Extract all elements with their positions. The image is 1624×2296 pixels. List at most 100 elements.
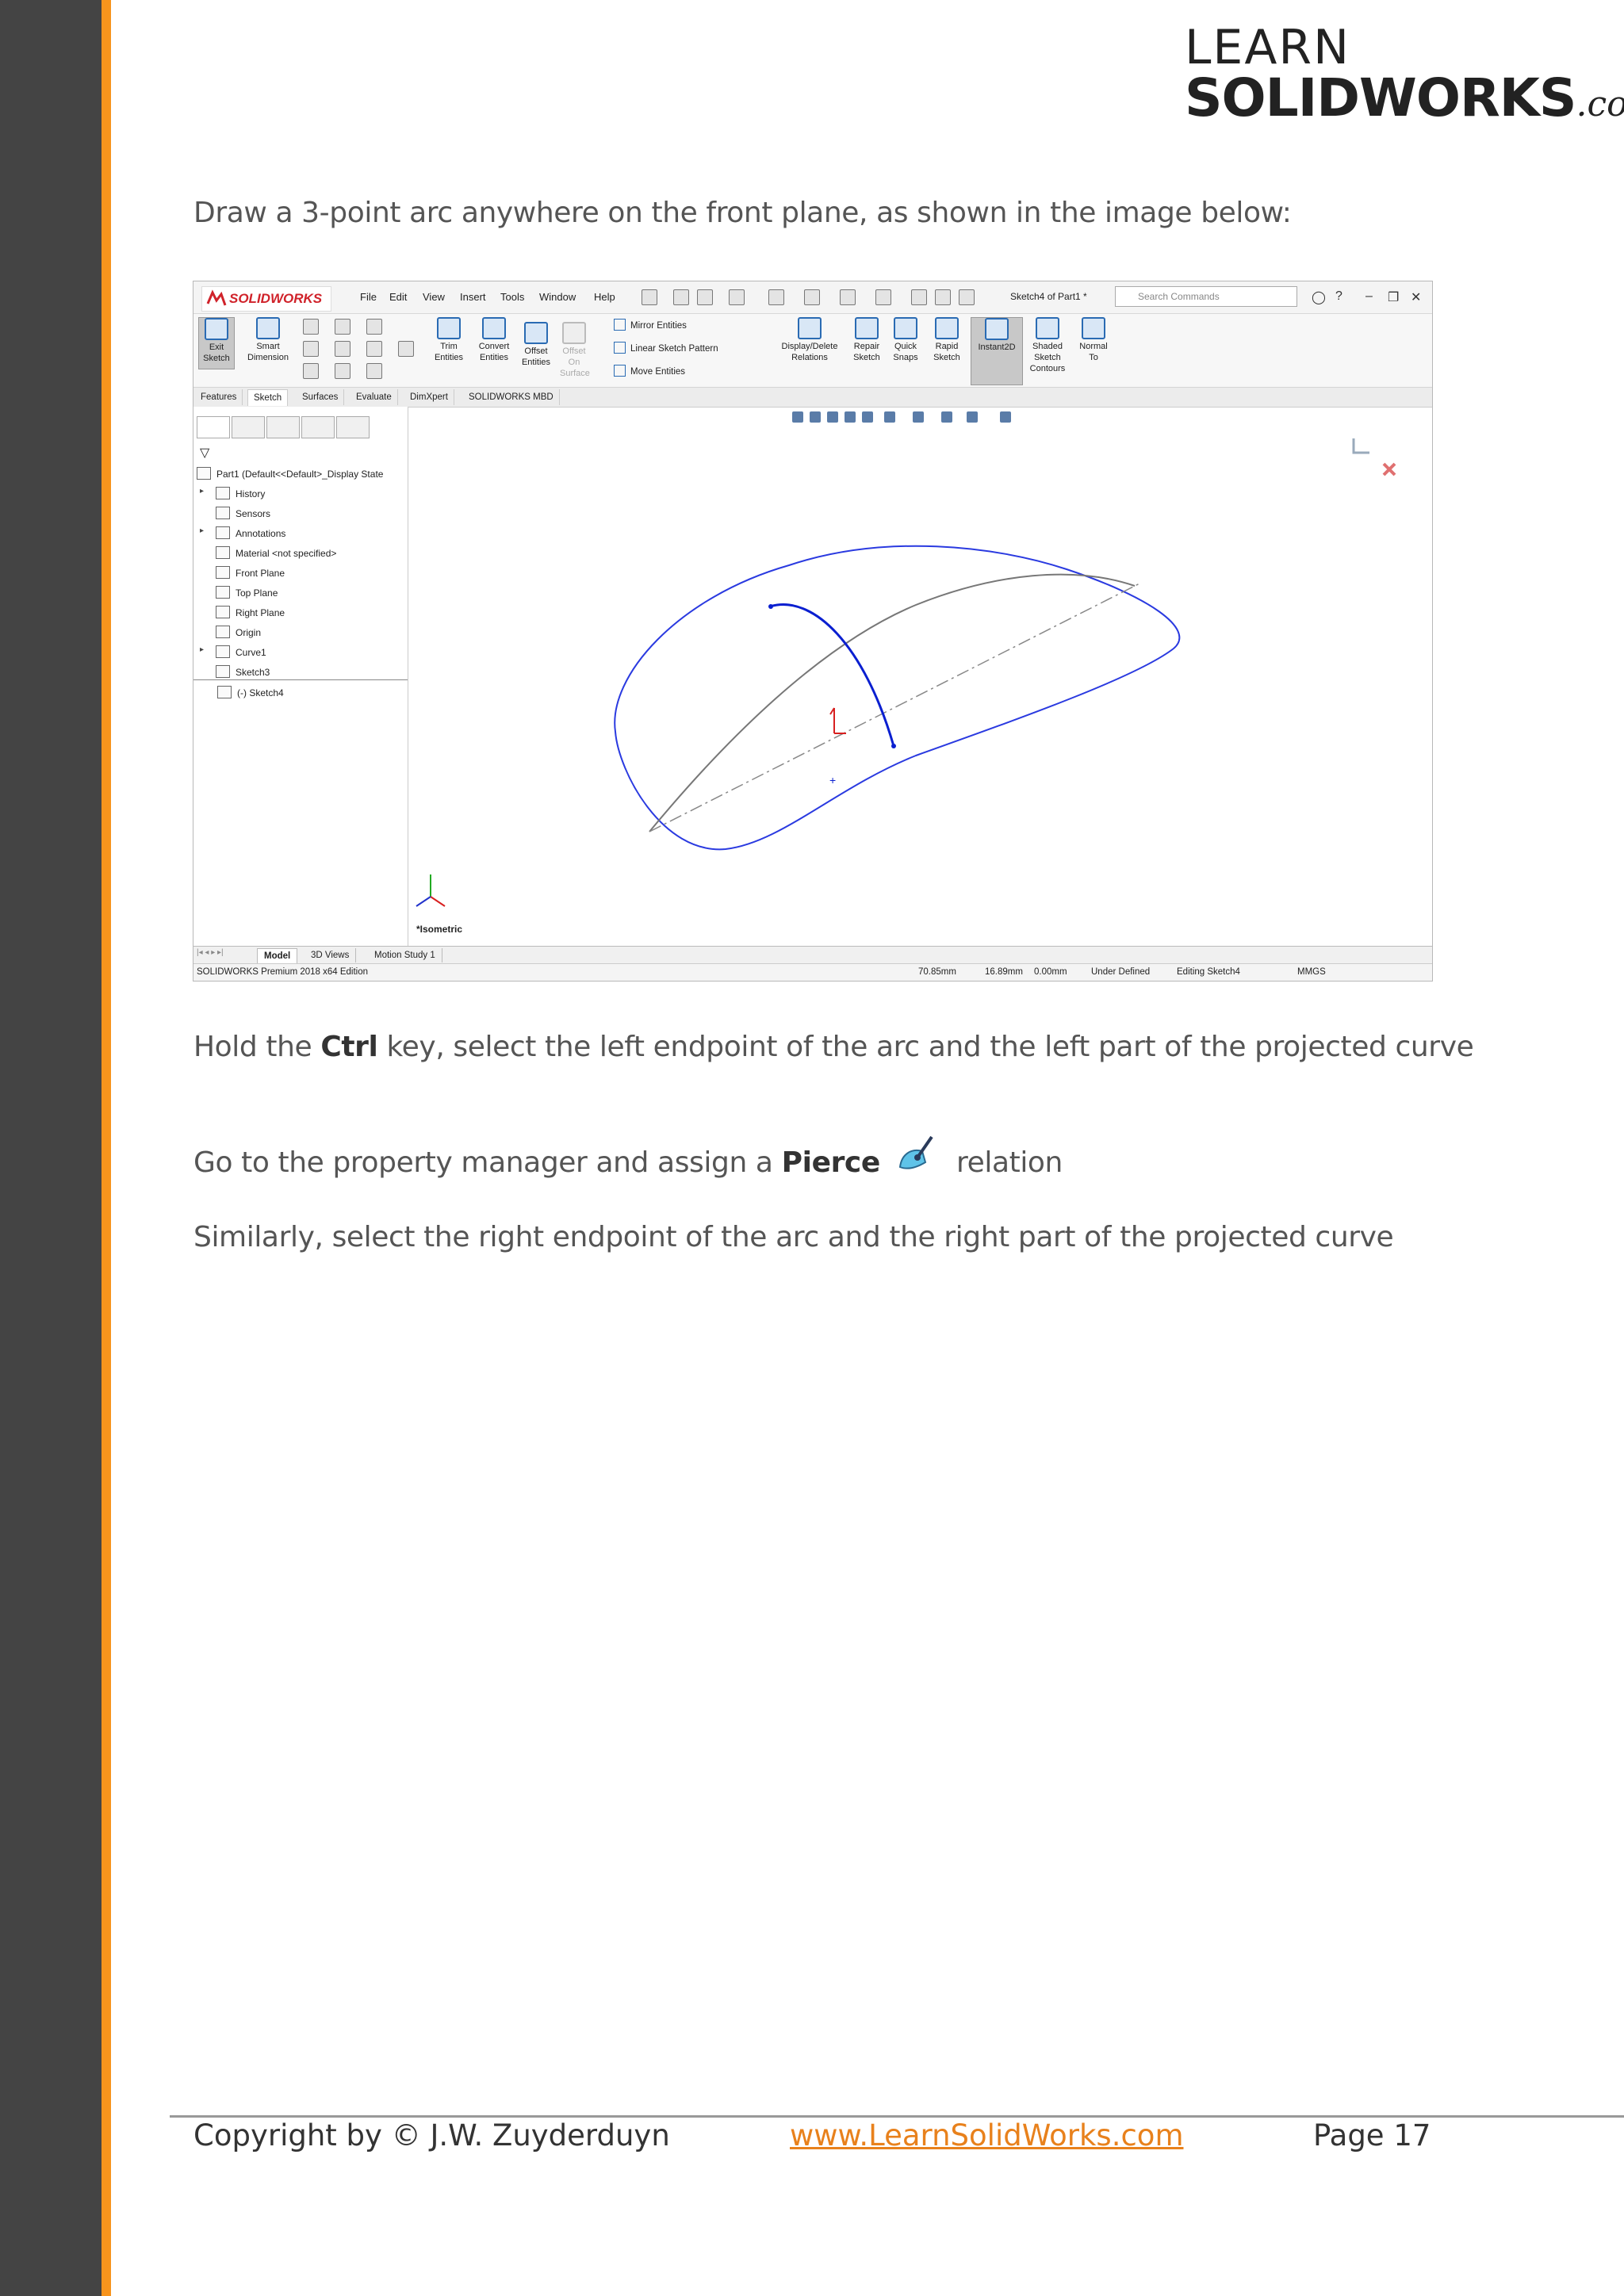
tree-item-sensors[interactable]: Sensors	[216, 507, 270, 519]
command-manager-ribbon: Exit Sketch Smart Dimension Trim Entitie…	[193, 314, 1432, 388]
tree-item-sketch4[interactable]: (-) Sketch4	[217, 686, 284, 698]
tab-sketch[interactable]: Sketch	[247, 389, 289, 406]
confirmation-corner[interactable]	[1352, 438, 1396, 476]
tree-item-annotations[interactable]: ▸ Annotations	[200, 526, 285, 539]
tab-dimxpert[interactable]: DimXpert	[404, 389, 454, 405]
save-icon[interactable]	[768, 289, 784, 305]
move-entities-button[interactable]: Move Entities	[614, 365, 685, 377]
close-icon[interactable]: ✕	[1411, 289, 1421, 305]
expand-arrow-icon[interactable]: ▸	[200, 526, 204, 535]
menu-view[interactable]: View	[423, 291, 445, 303]
rectangle-icon[interactable]	[303, 341, 319, 357]
projected-curve[interactable]	[649, 573, 1136, 832]
display-delete-relations-button[interactable]: Display/Delete Relations	[774, 317, 845, 363]
offset-entities-button[interactable]: Offset Entities	[519, 322, 553, 368]
tab-model[interactable]: Model	[257, 948, 298, 964]
new-document-icon[interactable]	[697, 289, 713, 305]
tab-evaluate[interactable]: Evaluate	[350, 389, 398, 405]
display-manager-tab-icon[interactable]	[336, 416, 370, 438]
graphics-area[interactable]: + *Isometric	[408, 407, 1432, 946]
property-manager-tab-icon[interactable]	[232, 416, 265, 438]
slot-icon[interactable]	[303, 363, 319, 379]
mirror-entities-button[interactable]: Mirror Entities	[614, 319, 687, 331]
instruction-pierce-relation: Go to the property manager and assign a …	[193, 1132, 1063, 1179]
options-gear-icon[interactable]	[959, 289, 975, 305]
feature-manager-tab-icon[interactable]	[197, 416, 230, 438]
offset-on-surface-button[interactable]: Offset On Surface	[560, 322, 590, 379]
point-icon[interactable]	[335, 363, 350, 379]
normal-to-icon	[1082, 317, 1105, 339]
search-commands-input[interactable]: Search Commands	[1115, 286, 1297, 307]
tree-root-part1[interactable]: Part1 (Default<<Default>_Display State	[197, 467, 383, 480]
polygon-icon[interactable]	[366, 341, 382, 357]
heads-up-toolbar[interactable]	[792, 411, 1011, 423]
tab-surfaces[interactable]: Surfaces	[297, 389, 345, 405]
user-icon[interactable]: ◯	[1312, 289, 1326, 305]
solidworks-brand[interactable]: SOLIDWORKS	[201, 286, 331, 312]
tab-features[interactable]: Features	[195, 389, 243, 405]
tree-rollback-bar[interactable]	[193, 679, 408, 680]
open-icon[interactable]	[729, 289, 745, 305]
pin-icon[interactable]	[642, 289, 657, 305]
circle-icon[interactable]	[335, 319, 350, 335]
trim-entities-button[interactable]: Trim Entities	[433, 317, 465, 363]
tree-item-history[interactable]: ▸ History	[200, 487, 265, 499]
configuration-manager-tab-icon[interactable]	[266, 416, 300, 438]
footer-website-link[interactable]: www.LearnSolidWorks.com	[790, 2118, 1183, 2152]
convert-entities-button[interactable]: Convert Entities	[473, 317, 515, 363]
menu-file[interactable]: File	[360, 291, 377, 303]
tree-item-sketch3[interactable]: Sketch3	[216, 665, 270, 678]
undo-icon[interactable]	[840, 289, 856, 305]
tab-motion-study-1[interactable]: Motion Study 1	[368, 948, 442, 962]
text-icon[interactable]	[398, 341, 414, 357]
rapid-sketch-button[interactable]: Rapid Sketch	[929, 317, 964, 363]
fillet-icon[interactable]	[366, 363, 382, 379]
tree-item-label: Sketch3	[236, 667, 270, 678]
menu-window[interactable]: Window	[539, 291, 576, 303]
linear-sketch-pattern-button[interactable]: Linear Sketch Pattern	[614, 342, 718, 354]
restore-icon[interactable]: ❐	[1388, 289, 1399, 305]
tab-3d-views[interactable]: 3D Views	[304, 948, 357, 962]
menu-help[interactable]: Help	[594, 291, 615, 303]
tree-item-curve1[interactable]: ▸ Curve1	[200, 645, 266, 658]
quick-snaps-label-1: Quick	[894, 342, 917, 351]
exit-sketch-button[interactable]: Exit Sketch	[198, 317, 235, 369]
title-bar: SOLIDWORKS File Edit View Insert Tools W…	[193, 281, 1432, 314]
print-icon[interactable]	[804, 289, 820, 305]
menu-insert[interactable]: Insert	[460, 291, 486, 303]
expand-arrow-icon[interactable]: ▸	[200, 487, 204, 496]
arc-right-endpoint[interactable]	[891, 744, 896, 748]
line-icon[interactable]	[303, 319, 319, 335]
menu-edit[interactable]: Edit	[389, 291, 407, 303]
tree-item-top-plane[interactable]: Top Plane	[216, 586, 278, 599]
minimize-icon[interactable]: –	[1365, 289, 1373, 304]
quick-snaps-button[interactable]: Quick Snaps	[890, 317, 921, 363]
status-units[interactable]: MMGS	[1297, 967, 1326, 977]
home-icon[interactable]	[673, 289, 689, 305]
outer-contour[interactable]	[614, 545, 1181, 851]
tree-item-front-plane[interactable]: Front Plane	[216, 566, 285, 579]
tab-scroll-arrows-icon[interactable]: |◂ ◂ ▸ ▸|	[197, 948, 224, 957]
help-icon[interactable]: ?	[1335, 289, 1342, 304]
smart-dimension-button[interactable]: Smart Dimension	[239, 317, 297, 363]
file-properties-icon[interactable]	[935, 289, 951, 305]
tab-solidworks-mbd[interactable]: SOLIDWORKS MBD	[463, 389, 560, 405]
shaded-sketch-contours-button[interactable]: Shaded Sketch Contours	[1026, 317, 1069, 374]
tree-item-origin[interactable]: Origin	[216, 626, 261, 638]
normal-to-button[interactable]: Normal To	[1075, 317, 1112, 363]
expand-arrow-icon[interactable]: ▸	[200, 645, 204, 654]
instant2d-button[interactable]: Instant2D	[971, 317, 1023, 385]
spline-icon[interactable]	[366, 319, 382, 335]
sidebar-dark-band	[0, 0, 102, 2296]
dimxpert-manager-tab-icon[interactable]	[301, 416, 335, 438]
menu-tools[interactable]: Tools	[500, 291, 524, 303]
tree-item-right-plane[interactable]: Right Plane	[216, 606, 285, 618]
rebuild-icon[interactable]	[911, 289, 927, 305]
tree-root-label: Part1 (Default<<Default>_Display State	[216, 469, 384, 480]
filter-icon[interactable]: ▽	[200, 445, 209, 461]
arc-left-endpoint[interactable]	[768, 604, 773, 609]
tree-item-material[interactable]: Material <not specified>	[216, 546, 336, 559]
repair-sketch-button[interactable]: Repair Sketch	[848, 317, 885, 363]
arc-icon[interactable]	[335, 341, 350, 357]
select-icon[interactable]	[875, 289, 891, 305]
